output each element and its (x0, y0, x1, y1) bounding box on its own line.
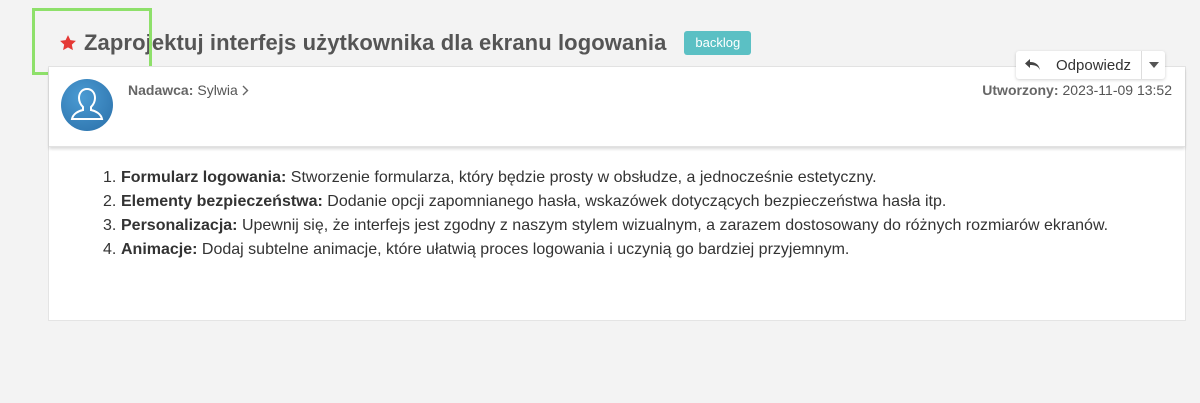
reply-icon (1024, 58, 1042, 72)
sender-label: Nadawca: (128, 82, 194, 98)
list-item-heading: Elementy bezpieczeństwa: (121, 193, 323, 210)
list-item: 3. Personalizacja: Upewnij się, że interf… (103, 217, 1109, 234)
user-silhouette-icon (70, 87, 104, 120)
reply-dropdown-toggle[interactable] (1141, 51, 1165, 79)
list-item-text: Stworzenie formularza, który będzie pros… (286, 169, 877, 186)
reply-button-group: Odpowiedz (1016, 51, 1166, 79)
list-item-text: Upewnij się, że interfejs jest zgodny z … (237, 217, 1109, 234)
star-icon[interactable] (58, 32, 80, 54)
ticket-view: Zaprojektuj interfejs użytkownika dla ek… (0, 0, 1200, 403)
message-card: Nadawca: Sylwia Utworzony: 2023-11-09 13:… (48, 66, 1186, 321)
list-item: 4. Animacje: Dodaj subtelne animacje, któ… (103, 241, 850, 258)
created-info: Utworzony: 2023-11-09 13:52 (982, 82, 1172, 98)
created-label: Utworzony: (982, 82, 1059, 98)
list-item-text: Dodaj subtelne animacje, które ułatwią p… (197, 241, 850, 258)
message-body: 1. Formularz logowania: Stworzenie formul… (49, 147, 1185, 262)
reply-label: Odpowiedz (1056, 56, 1132, 74)
list-item-heading: Personalizacja: (121, 217, 238, 234)
ticket-title: Zaprojektuj interfejs użytkownika dla ek… (84, 30, 667, 55)
list-item: 2. Elementy bezpieczeństwa: Dodanie opcji… (103, 193, 947, 210)
message-header: Nadawca: Sylwia Utworzony: 2023-11-09 13:… (49, 67, 1185, 147)
created-date: 2023-11-09 13:52 (1062, 82, 1173, 98)
task-list: 1. Formularz logowania: Stworzenie formul… (103, 166, 1171, 262)
status-badge[interactable]: backlog (684, 31, 752, 55)
list-item-heading: Animacje: (121, 241, 198, 258)
avatar (61, 79, 113, 131)
list-item-heading: Formularz logowania: (121, 169, 287, 186)
sender-name[interactable]: Sylwia (197, 82, 237, 98)
chevron-down-icon (1148, 62, 1159, 68)
ticket-title-row: Zaprojektuj interfejs użytkownika dla ek… (58, 28, 752, 58)
reply-button[interactable]: Odpowiedz (1016, 51, 1141, 79)
chevron-right-icon[interactable] (242, 85, 249, 96)
list-item-text: Dodanie opcji zapomnianego hasła, wskazó… (322, 193, 947, 210)
list-item: 1. Formularz logowania: Stworzenie formul… (103, 169, 877, 186)
sender-info[interactable]: Nadawca: Sylwia (128, 82, 249, 98)
